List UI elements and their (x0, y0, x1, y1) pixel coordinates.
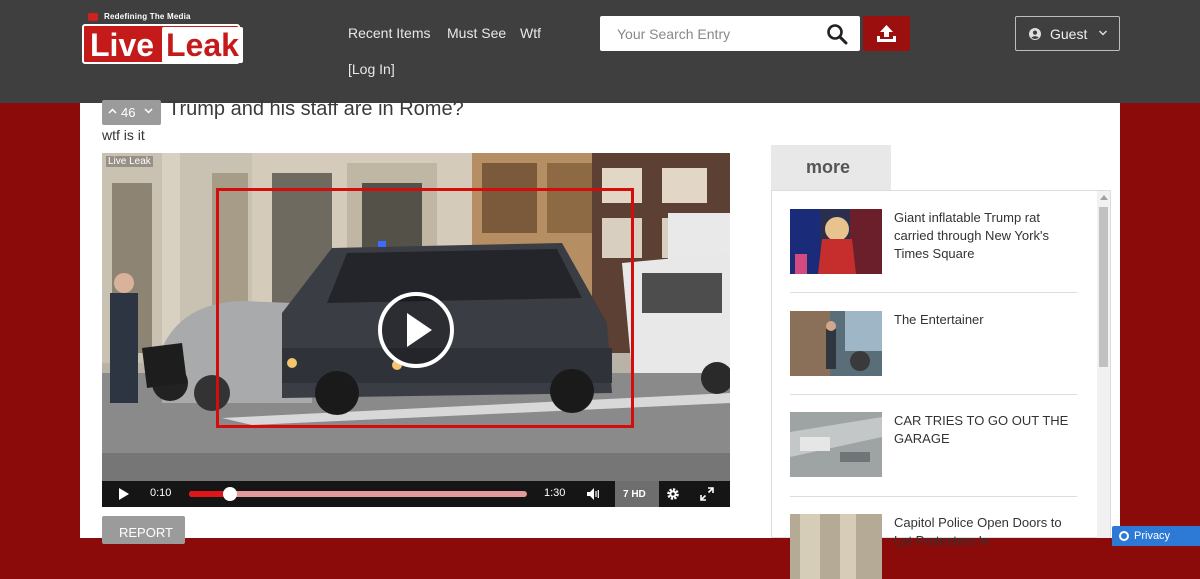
fullscreen-icon[interactable] (700, 487, 714, 501)
related-title[interactable]: Giant inflatable Trump rat carried throu… (894, 209, 1079, 263)
logo-box: Live Leak (82, 24, 243, 64)
related-thumbnail[interactable] (790, 514, 882, 579)
tab-more[interactable]: more (771, 145, 891, 190)
video-duration: 1:30 (544, 487, 566, 499)
logo-tagline: Redefining The Media (104, 12, 191, 21)
current-time: 0:10 (150, 487, 172, 499)
nav-must-see[interactable]: Must See (447, 25, 506, 41)
upload-icon (877, 25, 896, 42)
volume-icon[interactable] (586, 487, 600, 501)
report-button[interactable]: REPORT (102, 516, 185, 544)
video-watermark: Live Leak (106, 156, 153, 167)
site-header: Redefining The Media Live Leak Recent It… (0, 0, 1200, 103)
tv-icon (88, 13, 98, 21)
video-progress-bar[interactable] (189, 487, 527, 501)
related-title[interactable]: The Entertainer (894, 311, 1079, 329)
chevron-up-icon[interactable] (108, 108, 117, 114)
nav-log-in[interactable]: [Log In] (348, 61, 395, 77)
related-thumbnail[interactable] (790, 311, 882, 376)
search-input[interactable] (600, 16, 820, 51)
vote-widget[interactable]: 46 (102, 100, 161, 125)
post-description: wtf is it (102, 127, 145, 143)
video-progress-handle[interactable] (222, 487, 237, 501)
privacy-label: Privacy (1134, 530, 1171, 542)
related-title[interactable]: Capitol Police Open Doors to Let Protest… (894, 514, 1079, 550)
vote-count: 46 (121, 105, 136, 120)
privacy-icon (1119, 531, 1129, 541)
privacy-badge[interactable]: Privacy (1112, 526, 1200, 546)
guest-user-menu[interactable]: Guest (1015, 16, 1120, 51)
chevron-down-icon[interactable] (144, 108, 153, 114)
nav-recent-items[interactable]: Recent Items (348, 25, 430, 41)
related-title[interactable]: CAR TRIES TO GO OUT THE GARAGE (894, 412, 1079, 448)
logo-text-leak: Leak (162, 27, 243, 63)
scrollbar-thumb[interactable] (1099, 207, 1108, 367)
nav-wtf[interactable]: Wtf (520, 25, 541, 41)
divider (790, 496, 1077, 497)
liveleak-logo[interactable]: Redefining The Media Live Leak (80, 8, 243, 66)
chevron-down-icon (1099, 30, 1107, 36)
search-box (600, 16, 860, 51)
play-icon[interactable] (118, 487, 130, 501)
post-title: Trump and his staff are in Rome? (168, 98, 464, 120)
settings-gear-icon[interactable] (665, 486, 681, 502)
tab-more-label: more (806, 157, 851, 177)
quality-selector[interactable]: 7 HD (615, 481, 659, 507)
upload-button[interactable] (863, 16, 910, 51)
scroll-up-arrow-icon[interactable] (1100, 195, 1108, 200)
related-thumbnail[interactable] (790, 412, 882, 477)
red-highlight-box (216, 188, 634, 428)
quality-label: 7 HD (623, 489, 646, 500)
video-controls: 0:10 1:30 7 HD (102, 481, 730, 507)
logo-text-live: Live (90, 27, 155, 63)
user-circle-icon (1029, 28, 1041, 40)
search-icon[interactable] (826, 23, 848, 45)
related-thumbnail[interactable] (790, 209, 882, 274)
sidebar-scrollbar[interactable] (1097, 191, 1110, 538)
divider (790, 394, 1077, 395)
divider (790, 292, 1077, 293)
guest-label: Guest (1050, 26, 1088, 42)
